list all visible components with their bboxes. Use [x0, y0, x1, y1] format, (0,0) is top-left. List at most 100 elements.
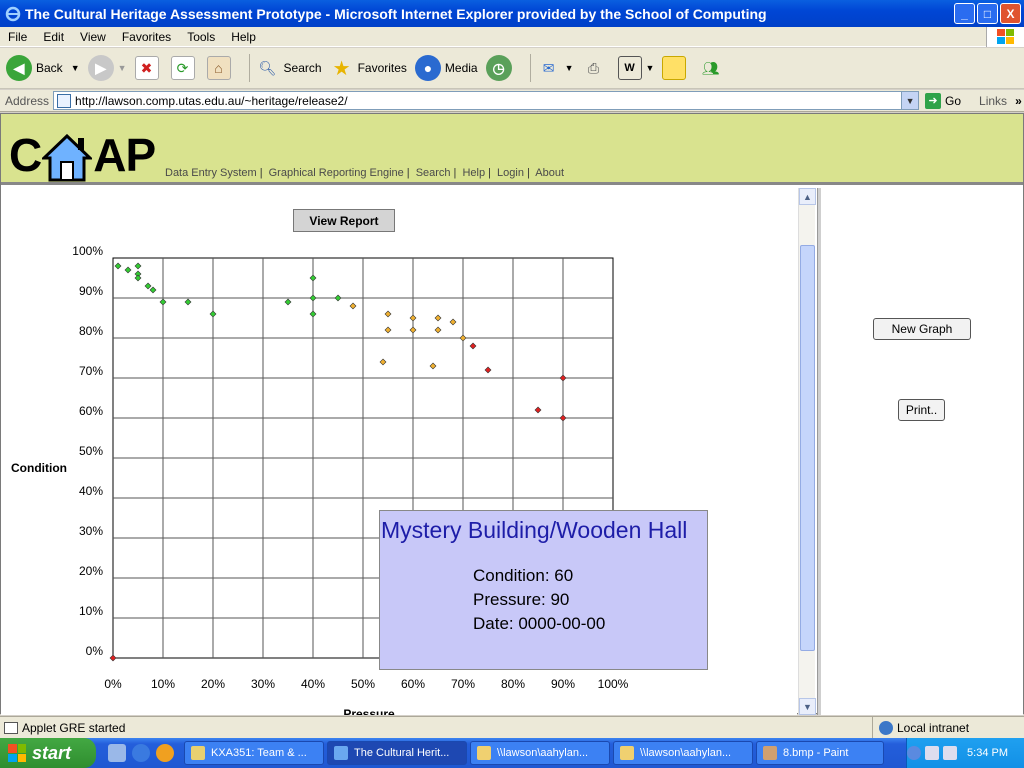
mail-button[interactable]: ✉ ▼ [537, 56, 574, 80]
mail-dropdown-icon[interactable]: ▼ [565, 63, 574, 73]
document-icon [191, 746, 205, 760]
site-nav: Data Entry System | Graphical Reporting E… [165, 167, 564, 179]
page-status-icon [4, 721, 18, 734]
status-text: Applet GRE started [0, 721, 125, 735]
links-button[interactable]: Links [979, 94, 1007, 108]
folder-icon [620, 746, 634, 760]
task-cultural-heritage[interactable]: The Cultural Herit... [327, 741, 467, 765]
task-label: The Cultural Herit... [354, 747, 450, 759]
history-icon: ◷ [485, 55, 512, 81]
explorer-icon[interactable] [108, 744, 126, 762]
status-message: Applet GRE started [22, 720, 126, 735]
task-lawson-folder-1[interactable]: \\lawson\aahylan... [470, 741, 610, 765]
task-kxa351[interactable]: KXA351: Team & ... [184, 741, 324, 765]
stop-icon: ✖ [134, 56, 159, 80]
toolbar-separator-2 [529, 54, 531, 82]
clock: 5:34 PM [967, 747, 1008, 759]
print-toolbar-button[interactable]: ⎙ [582, 56, 610, 80]
window-titlebar[interactable]: The Cultural Heritage Assessment Prototy… [0, 0, 1024, 27]
tray-network-icon[interactable] [943, 746, 958, 760]
new-graph-button[interactable]: New Graph [873, 318, 971, 340]
forward-dropdown-icon[interactable]: ▼ [118, 63, 127, 73]
scroll-up-icon[interactable]: ▲ [799, 188, 816, 205]
graph-applet: View Report 0% 10% 20% 30% 40% 50% 60% 70% 80% 90… [1, 188, 797, 715]
quick-launch [108, 744, 174, 762]
back-dropdown-icon[interactable]: ▼ [71, 63, 80, 73]
menu-edit[interactable]: Edit [35, 30, 72, 44]
folder-icon [477, 746, 491, 760]
y-tick-label: 60% [79, 404, 103, 418]
vertical-scrollbar[interactable]: ▲ ▼ [798, 188, 816, 715]
ie-icon [5, 6, 21, 21]
refresh-icon: ⟳ [170, 56, 195, 80]
edit-dropdown-icon[interactable]: ▼ [646, 63, 655, 73]
messenger-button[interactable]: 👥︎ [698, 56, 726, 80]
task-lawson-folder-2[interactable]: \\lawson\aahylan... [613, 741, 753, 765]
ie-quicklaunch-icon[interactable] [132, 744, 150, 762]
ie-task-icon [334, 746, 348, 760]
home-button[interactable]: ⌂ [206, 56, 235, 80]
start-button[interactable]: start [0, 738, 96, 768]
x-tick-label: 10% [151, 677, 175, 691]
media-button[interactable]: ● Media [414, 55, 478, 81]
menu-file[interactable]: File [0, 30, 35, 44]
maximize-button[interactable]: □ [977, 3, 998, 24]
home-icon: ⌂ [206, 56, 231, 80]
favorites-button[interactable]: ★ Favorites [330, 56, 407, 80]
nav-data-entry[interactable]: Data Entry System [165, 167, 257, 179]
discuss-button[interactable] [662, 56, 690, 80]
menu-bar: File Edit View Favorites Tools Help [0, 27, 1024, 47]
y-axis-label: Condition [11, 461, 67, 475]
address-bar: Address http://lawson.comp.utas.edu.au/~… [0, 90, 1024, 112]
x-axis-label: Pressure [343, 707, 395, 715]
edit-button[interactable]: W ▼ [617, 56, 655, 80]
nav-help[interactable]: Help [462, 167, 485, 179]
go-arrow-icon: ➜ [925, 92, 942, 109]
print-button[interactable]: Print.. [898, 399, 945, 421]
task-paint[interactable]: 8.bmp - Paint [756, 741, 884, 765]
nav-about[interactable]: About [535, 167, 564, 179]
logo-letters-ap: AP [93, 129, 156, 181]
browser-toolbar: ◀ Back ▼ ▶ ▼ ✖ ⟳ ⌂ 🔍︎ Search ★ Favorites… [0, 48, 1024, 89]
chevron-right-icon[interactable]: » [1015, 94, 1022, 108]
x-tick-label: 70% [451, 677, 475, 691]
system-tray: 5:34 PM [906, 738, 1024, 768]
nav-login[interactable]: Login [497, 167, 524, 179]
scroll-down-icon[interactable]: ▼ [799, 698, 816, 715]
stop-button[interactable]: ✖ [134, 56, 163, 80]
go-button[interactable]: ➜ Go [925, 92, 961, 109]
refresh-button[interactable]: ⟳ [170, 56, 199, 80]
tooltip-condition: Condition: 60 [473, 566, 574, 585]
edit-icon: W [617, 56, 642, 80]
y-tick-label: 10% [79, 604, 103, 618]
house-icon [42, 134, 93, 182]
menu-help[interactable]: Help [223, 30, 264, 44]
search-button[interactable]: 🔍︎ Search [256, 56, 322, 80]
nav-reporting-engine[interactable]: Graphical Reporting Engine [269, 167, 404, 179]
menu-view[interactable]: View [72, 30, 114, 44]
x-tick-label: 60% [401, 677, 425, 691]
address-input[interactable]: http://lawson.comp.utas.edu.au/~heritage… [53, 91, 920, 110]
page-content: C AP Data Entry System | Graphical Report… [0, 113, 1024, 715]
menu-favorites[interactable]: Favorites [114, 30, 179, 44]
tray-app-icon[interactable] [925, 746, 940, 760]
y-tick-label: 100% [72, 244, 103, 258]
scroll-thumb[interactable] [800, 245, 815, 651]
windows-flag-icon [8, 744, 26, 762]
window-title: The Cultural Heritage Assessment Prototy… [25, 5, 767, 22]
media-player-icon[interactable] [156, 744, 174, 762]
zone-label: Local intranet [897, 720, 970, 735]
page-icon [57, 93, 72, 108]
menu-tools[interactable]: Tools [179, 30, 223, 44]
minimize-button[interactable]: _ [954, 3, 975, 24]
x-tick-label: 90% [551, 677, 575, 691]
nav-search[interactable]: Search [416, 167, 451, 179]
tray-expand-icon[interactable] [907, 746, 922, 760]
history-button[interactable]: ◷ [485, 55, 516, 81]
forward-button[interactable]: ▶ ▼ [87, 55, 127, 81]
media-globe-icon: ● [414, 55, 441, 81]
forward-arrow-icon: ▶ [87, 55, 114, 81]
close-button[interactable]: X [1000, 3, 1021, 24]
back-button[interactable]: ◀ Back ▼ [6, 55, 80, 81]
address-dropdown-icon[interactable]: ▼ [901, 92, 919, 109]
